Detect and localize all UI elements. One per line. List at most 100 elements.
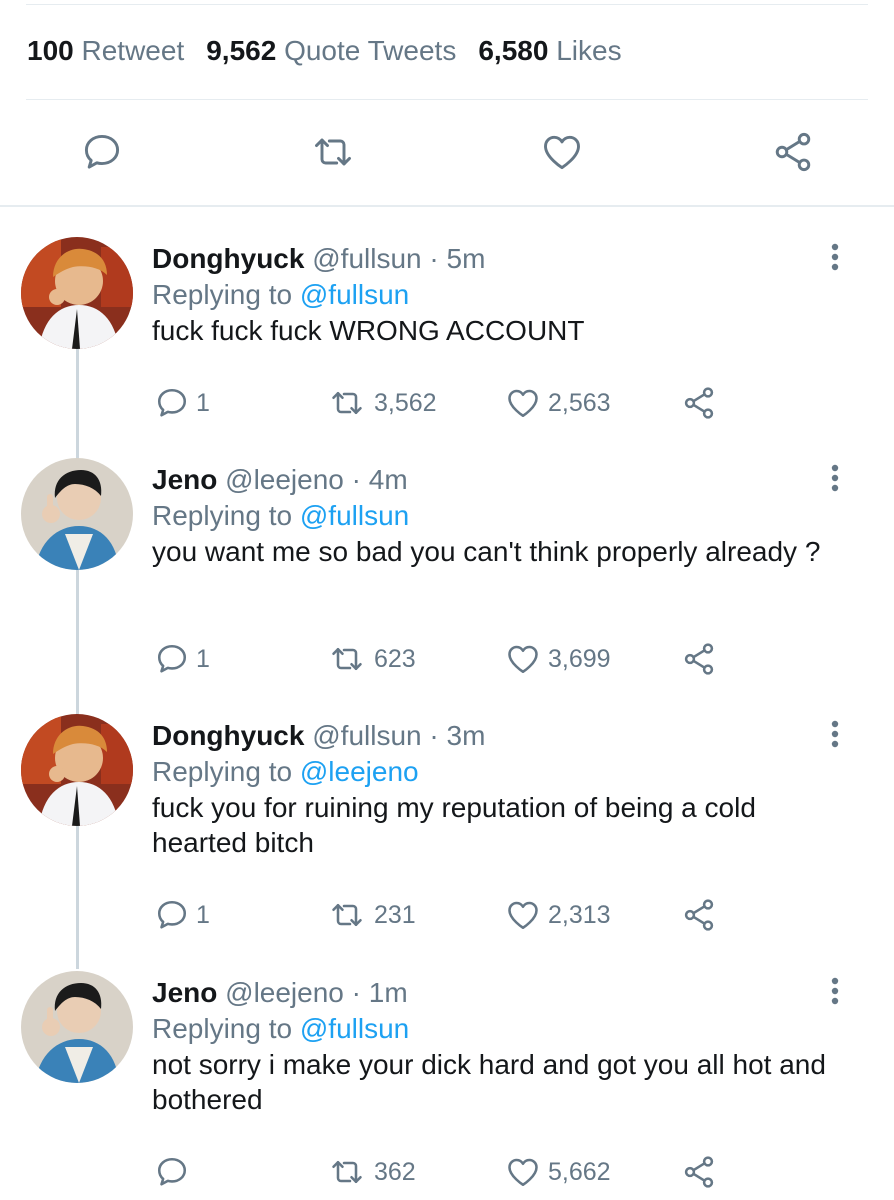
reply-button[interactable] [74, 124, 130, 180]
retweet-icon [332, 903, 362, 927]
more-vertical-icon [831, 720, 839, 748]
reply-icon [157, 1157, 187, 1186]
retweet-icon [332, 391, 362, 415]
reply-button[interactable]: 1 [154, 383, 210, 423]
mention-link[interactable]: @fullsun [300, 1013, 409, 1044]
retweet-count-link[interactable]: 100 Retweet [27, 35, 184, 66]
avatar[interactable] [21, 971, 133, 1083]
reply-icon [157, 644, 187, 673]
retweet-icon [315, 138, 351, 166]
tweet-text: fuck fuck fuck WRONG ACCOUNT [152, 315, 585, 346]
handle[interactable]: @fullsun [312, 720, 421, 751]
more-vertical-icon [831, 977, 839, 1005]
tweet-header: Donghyuck @fullsun · 3m [152, 720, 486, 751]
retweet-button[interactable] [305, 124, 361, 180]
more-vertical-icon [831, 243, 839, 271]
reply-button[interactable]: 1 [154, 895, 210, 935]
timestamp[interactable]: 5m [447, 243, 486, 274]
replying-to-line: Replying to @leejeno [152, 756, 419, 787]
more-options-button[interactable] [822, 974, 848, 1008]
top-divider [26, 4, 868, 5]
replying-to-line: Replying to @fullsun [152, 279, 410, 310]
section-divider [0, 205, 894, 207]
share-icon [684, 387, 714, 419]
stats-divider [26, 99, 868, 100]
mention-link[interactable]: @fullsun [300, 279, 409, 310]
tweet-header: Jeno @leejeno · 1m [152, 977, 408, 1008]
tweet-header: Jeno @leejeno · 4m [152, 464, 408, 495]
like-count: 5,662 [548, 1157, 611, 1186]
retweet-icon [332, 647, 362, 671]
reply-tweet[interactable]: Donghyuck @fullsun · 3m Replying to @lee… [0, 714, 894, 944]
more-options-button[interactable] [822, 717, 848, 751]
retweet-count: 623 [374, 644, 416, 673]
share-icon [684, 643, 714, 675]
reply-button[interactable] [154, 1152, 196, 1192]
display-name[interactable]: Jeno [152, 464, 217, 495]
share-button[interactable] [680, 1152, 718, 1192]
display-name[interactable]: Donghyuck [152, 243, 304, 274]
like-count: 2,563 [548, 388, 611, 417]
reply-tweet[interactable]: Jeno @leejeno · 4m Replying to @fullsun … [0, 458, 894, 688]
reply-count: 1 [196, 900, 210, 929]
like-button[interactable]: 3,699 [504, 639, 611, 679]
retweet-count: 362 [374, 1157, 416, 1186]
reply-count: 1 [196, 644, 210, 673]
share-button[interactable] [680, 895, 718, 935]
reply-button[interactable]: 1 [154, 639, 210, 679]
timestamp[interactable]: 4m [369, 464, 408, 495]
like-button[interactable]: 2,563 [504, 383, 611, 423]
share-button[interactable] [765, 124, 821, 180]
handle[interactable]: @fullsun [312, 243, 421, 274]
more-vertical-icon [831, 464, 839, 492]
reply-tweet[interactable]: Donghyuck @fullsun · 5m Replying to @ful… [0, 237, 894, 437]
like-count: 3,699 [548, 644, 611, 673]
like-button[interactable]: 2,313 [504, 895, 611, 935]
retweet-button[interactable]: 623 [326, 639, 416, 679]
mention-link[interactable]: @leejeno [300, 756, 419, 787]
heart-icon [508, 901, 538, 930]
like-button[interactable] [534, 124, 590, 180]
reply-count: 1 [196, 388, 210, 417]
like-button[interactable]: 5,662 [504, 1152, 611, 1192]
reply-icon [157, 900, 187, 929]
replying-to-line: Replying to @fullsun [152, 1013, 410, 1044]
tweet-header: Donghyuck @fullsun · 5m [152, 243, 486, 274]
tweet-text: not sorry i make your dick hard and got … [152, 1049, 826, 1115]
handle[interactable]: @leejeno [225, 464, 344, 495]
retweet-button[interactable]: 362 [326, 1152, 416, 1192]
retweet-button[interactable]: 231 [326, 895, 416, 935]
like-count: 2,313 [548, 900, 611, 929]
handle[interactable]: @leejeno [225, 977, 344, 1008]
reply-tweet[interactable]: Jeno @leejeno · 1m Replying to @fullsun … [0, 971, 894, 1200]
retweet-button[interactable]: 3,562 [326, 383, 437, 423]
heart-icon [508, 645, 538, 674]
timestamp[interactable]: 1m [369, 977, 408, 1008]
reply-icon [84, 134, 120, 169]
retweet-icon [332, 1160, 362, 1184]
retweet-count: 3,562 [374, 388, 437, 417]
main-tweet-action-bar [0, 124, 894, 180]
display-name[interactable]: Donghyuck [152, 720, 304, 751]
share-icon [684, 899, 714, 931]
more-options-button[interactable] [822, 461, 848, 495]
timestamp[interactable]: 3m [447, 720, 486, 751]
heart-icon [544, 135, 580, 170]
heart-icon [508, 1158, 538, 1187]
quote-tweets-count-link[interactable]: 9,562 Quote Tweets [206, 35, 456, 66]
avatar[interactable] [21, 237, 133, 349]
engagement-stats: 100 Retweet 9,562 Quote Tweets 6,580 Likes [27, 35, 622, 67]
tweet-actions: 1 231 2,313 [0, 895, 894, 935]
more-options-button[interactable] [822, 240, 848, 274]
reply-icon [157, 388, 187, 417]
avatar[interactable] [21, 458, 133, 570]
share-button[interactable] [680, 639, 718, 679]
retweet-count: 231 [374, 900, 416, 929]
likes-count-link[interactable]: 6,580 Likes [478, 35, 621, 66]
share-button[interactable] [680, 383, 718, 423]
avatar[interactable] [21, 714, 133, 826]
share-icon [775, 132, 811, 172]
display-name[interactable]: Jeno [152, 977, 217, 1008]
mention-link[interactable]: @fullsun [300, 500, 409, 531]
heart-icon [508, 389, 538, 418]
